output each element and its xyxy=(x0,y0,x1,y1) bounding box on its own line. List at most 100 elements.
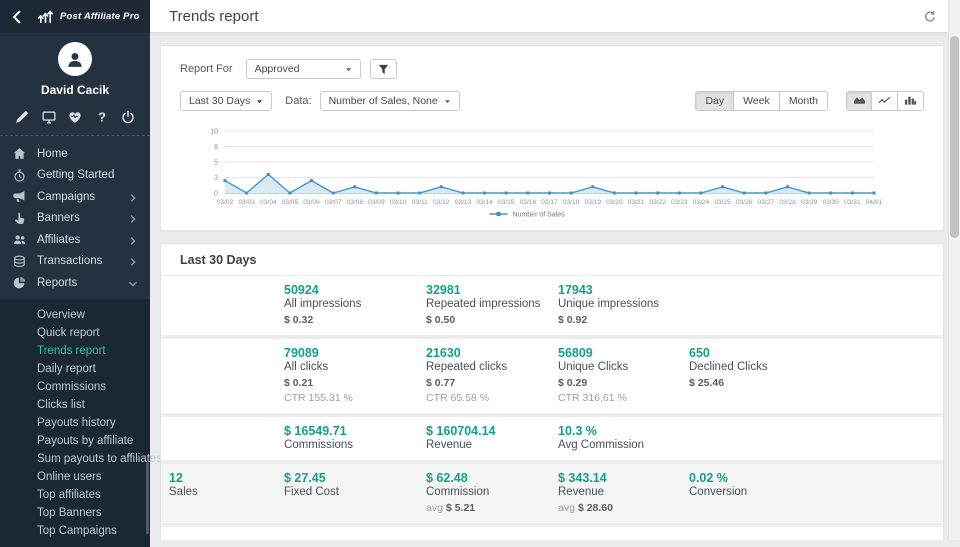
stat-label: Revenue xyxy=(558,485,689,499)
sidebar-item-home[interactable]: Home xyxy=(0,143,150,165)
svg-text:03/27: 03/27 xyxy=(758,199,775,206)
sidebar-subitem-quick-report[interactable]: Quick report xyxy=(0,324,150,342)
sidebar-subitem-online-users[interactable]: Online users xyxy=(0,468,150,486)
svg-text:03/05: 03/05 xyxy=(282,199,299,206)
sidebar-subitem-payouts-history[interactable]: Payouts history xyxy=(0,414,150,432)
stat-value: $ 16549.71 xyxy=(284,424,426,438)
sidebar-item-transactions[interactable]: Transactions xyxy=(0,251,150,273)
sidebar-item-campaigns[interactable]: Campaigns xyxy=(0,186,150,208)
svg-text:03/24: 03/24 xyxy=(693,199,710,206)
coins-icon xyxy=(13,255,26,268)
svg-text:03/14: 03/14 xyxy=(476,199,493,206)
svg-text:03/25: 03/25 xyxy=(714,199,731,206)
stat-cell-conversion: 0.02 %Conversion xyxy=(689,471,943,515)
sidebar-subitem-payouts-by-affiliate[interactable]: Payouts by affiliate xyxy=(0,432,150,450)
back-button[interactable] xyxy=(10,10,24,24)
power-icon[interactable] xyxy=(121,110,135,124)
bar-chart-icon xyxy=(904,95,917,108)
stat-cell-commission: $ 62.48Commissionavg$ 5.21 xyxy=(426,471,558,515)
brand-name: Post Affiliate Pro xyxy=(60,11,140,22)
sidebar-subitem-overview[interactable]: Overview xyxy=(0,306,150,324)
sidebar-subitem-commissions[interactable]: Commissions xyxy=(0,378,150,396)
help-icon[interactable]: ? xyxy=(95,110,109,124)
pie-chart-icon xyxy=(13,276,26,289)
sidebar-item-reports[interactable]: Reports xyxy=(0,272,150,294)
stopwatch-icon xyxy=(13,169,26,182)
megaphone-icon xyxy=(13,190,26,203)
report-for-label: Report For xyxy=(180,63,233,75)
data-select-value: Number of Sales, None xyxy=(329,95,438,107)
logo-icon xyxy=(37,10,54,24)
stat-cell-unique-clicks: 56809Unique Clicks$ 0.29CTR 316.61 % xyxy=(558,346,689,405)
svg-text:03/28: 03/28 xyxy=(779,199,796,206)
chart-legend-label: Number of Sales xyxy=(513,212,566,219)
stat-cell-all-clicks: 79089All clicks$ 0.21CTR 155.31 % xyxy=(284,346,426,405)
stat-value: 79089 xyxy=(284,346,426,360)
main-scrollbar-thumb[interactable] xyxy=(950,36,959,238)
period-button-week[interactable]: Week xyxy=(734,91,780,111)
sidebar-subitem-sum-payouts-to-affiliates[interactable]: Sum payouts to affiliates xyxy=(0,450,150,468)
svg-text:03/02: 03/02 xyxy=(217,199,234,206)
main-area: Trends report Report For Approved xyxy=(150,0,960,540)
stat-cell-repeated-impressions: 32981Repeated impressions$ 0.50 xyxy=(426,283,558,327)
svg-text:03/20: 03/20 xyxy=(606,199,623,206)
page-title: Trends report xyxy=(169,8,258,25)
stat-label: Sales xyxy=(169,485,284,499)
period-button-month[interactable]: Month xyxy=(780,91,828,111)
stat-cell-declined-clicks: 650Declined Clicks$ 25.46 xyxy=(689,346,943,405)
app: Post Affiliate Pro David Cacik ? HomeGet… xyxy=(0,0,960,540)
date-range-button[interactable]: Last 30 Days xyxy=(180,91,272,111)
line-chart-button[interactable] xyxy=(872,91,898,111)
refresh-icon[interactable] xyxy=(924,10,936,22)
pencil-icon[interactable] xyxy=(15,110,29,124)
svg-text:03/07: 03/07 xyxy=(325,199,342,206)
quick-icons: ? xyxy=(0,97,150,135)
svg-text:5: 5 xyxy=(214,160,218,167)
stat-value: 650 xyxy=(689,346,943,360)
date-range-value: Last 30 Days xyxy=(189,95,250,107)
trends-chart-card: Report For Approved Last 30 Days Data: xyxy=(160,45,944,231)
stat-value: $ 160704.14 xyxy=(426,424,558,438)
svg-text:03/29: 03/29 xyxy=(801,199,818,206)
sidebar-subitem-top-campaigns[interactable]: Top Campaigns xyxy=(0,522,150,540)
area-chart-icon xyxy=(853,95,866,108)
svg-text:03/30: 03/30 xyxy=(822,199,839,206)
avatar[interactable] xyxy=(58,42,92,76)
stat-value: 50924 xyxy=(284,283,426,297)
sidebar-subitem-clicks-list[interactable]: Clicks list xyxy=(0,396,150,414)
data-select[interactable]: Number of Sales, None xyxy=(320,91,460,111)
report-for-select[interactable]: Approved xyxy=(246,59,361,79)
svg-text:03/08: 03/08 xyxy=(347,199,364,206)
sidebar-item-getting-started[interactable]: Getting Started xyxy=(0,165,150,187)
stat-label: Declined Clicks xyxy=(689,360,943,374)
heart-icon[interactable] xyxy=(68,110,82,124)
sidebar-subitem-top-banners[interactable]: Top Banners xyxy=(0,504,150,522)
funnel-icon xyxy=(378,64,389,75)
sidebar-item-label: Transactions xyxy=(37,255,102,267)
stat-avg-prefix: avg xyxy=(558,502,575,514)
sidebar-subitem-trends-report[interactable]: Trends report xyxy=(0,342,150,360)
stat-value: 21630 xyxy=(426,346,558,360)
svg-text:03/04: 03/04 xyxy=(260,199,277,206)
stat-avg-value: $ 28.60 xyxy=(578,502,613,514)
period-button-day[interactable]: Day xyxy=(695,91,734,111)
user-name: David Cacik xyxy=(0,83,150,97)
sidebar-subitem-top-affiliates[interactable]: Top affiliates xyxy=(0,486,150,504)
stat-label: Repeated clicks xyxy=(426,360,558,374)
stat-value: 56809 xyxy=(558,346,689,360)
stat-label: Commissions xyxy=(284,438,426,452)
sidebar-scrollbar[interactable] xyxy=(146,462,149,534)
sidebar-item-banners[interactable]: Banners xyxy=(0,208,150,230)
stat-label: Avg Commission xyxy=(558,438,689,452)
monitor-icon[interactable] xyxy=(42,110,56,124)
chart-options-row: Last 30 Days Data: Number of Sales, None… xyxy=(161,79,943,111)
bar-chart-button[interactable] xyxy=(898,91,924,111)
sidebar-item-affiliates[interactable]: Affiliates xyxy=(0,229,150,251)
sidebar: Post Affiliate Pro David Cacik ? HomeGet… xyxy=(0,0,150,540)
stat-cost: $ 0.32 xyxy=(284,314,426,327)
filter-button[interactable] xyxy=(370,59,397,79)
topbar: Trends report xyxy=(150,0,960,33)
svg-text:03/18: 03/18 xyxy=(563,199,580,206)
area-chart-button[interactable] xyxy=(846,91,872,111)
sidebar-subitem-daily-report[interactable]: Daily report xyxy=(0,360,150,378)
